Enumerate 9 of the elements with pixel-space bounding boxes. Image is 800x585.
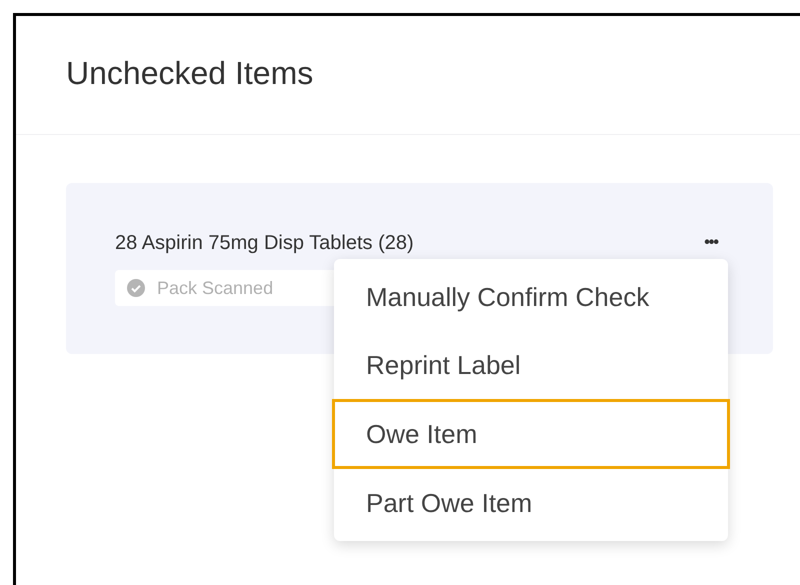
status-text: Pack Scanned <box>157 276 274 300</box>
check-circle-icon <box>127 279 145 297</box>
more-button[interactable]: ••• <box>704 231 718 255</box>
item-name: 28 Aspirin 75mg Disp Tablets (28) <box>115 231 414 256</box>
page-title: Unchecked Items <box>66 54 314 93</box>
menu-item[interactable]: Owe Item <box>332 399 730 469</box>
menu-item[interactable]: Manually Confirm Check <box>334 263 728 331</box>
menu-item[interactable]: Part Owe Item <box>334 469 728 537</box>
menu-item[interactable]: Reprint Label <box>334 331 728 399</box>
